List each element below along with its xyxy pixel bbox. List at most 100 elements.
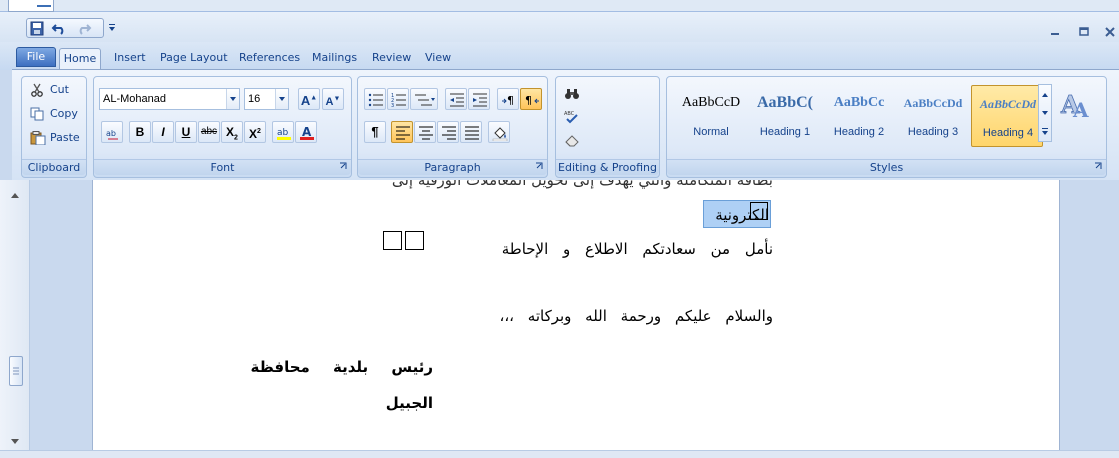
increase-indent-button[interactable] bbox=[468, 88, 490, 110]
italic-button[interactable]: I bbox=[152, 121, 174, 143]
style-normal[interactable]: AaBbCcD Normal bbox=[675, 85, 747, 147]
ltr-direction-button[interactable]: ¶ bbox=[497, 88, 519, 110]
tab-view[interactable]: View bbox=[425, 48, 451, 70]
paragraph-group-label: Paragraph bbox=[358, 159, 547, 175]
tab-insert[interactable]: Insert bbox=[114, 48, 146, 70]
style-heading-3[interactable]: AaBbCcDd Heading 3 bbox=[897, 85, 969, 147]
multilevel-list-icon bbox=[415, 94, 435, 106]
style-heading-1[interactable]: AaBbC( Heading 1 bbox=[749, 85, 821, 147]
pilcrow-icon: ¶ bbox=[371, 124, 379, 139]
font-size-field[interactable]: 16 bbox=[244, 88, 289, 110]
spelling-button[interactable]: ABC bbox=[561, 106, 583, 128]
align-center-button[interactable] bbox=[414, 121, 436, 143]
copy-icon bbox=[30, 107, 44, 121]
styles-group-label: Styles bbox=[667, 159, 1106, 175]
style-heading-2[interactable]: AaBbCc Heading 2 bbox=[823, 85, 895, 147]
rtl-direction-button[interactable]: ¶ bbox=[520, 88, 542, 110]
paragraph-dialog-launcher-icon[interactable] bbox=[535, 162, 543, 170]
tab-home[interactable]: Home bbox=[59, 48, 101, 70]
doc-line-awaiting: نأمل من سعادتكم الاطلاع و الإحاطة bbox=[501, 240, 773, 258]
align-left-button[interactable] bbox=[391, 121, 413, 143]
document-tab[interactable] bbox=[8, 0, 54, 12]
doc-signature-city: الجبيل bbox=[385, 394, 433, 412]
language-icon: ab bbox=[106, 129, 118, 140]
gallery-up-icon[interactable] bbox=[1039, 87, 1051, 103]
redo-button[interactable] bbox=[75, 21, 93, 36]
svg-text:3: 3 bbox=[391, 103, 394, 108]
grow-font-button[interactable]: A▲ bbox=[298, 88, 320, 110]
document-page[interactable]: بطاقة المتكاملة والتي يهدف إلى تحويل الم… bbox=[92, 180, 1060, 450]
scroll-down-icon[interactable] bbox=[9, 436, 21, 446]
tab-mailings[interactable]: Mailings bbox=[312, 48, 357, 70]
placeholder-boxes bbox=[383, 231, 427, 251]
align-right-button[interactable] bbox=[437, 121, 459, 143]
clear-formatting-button[interactable] bbox=[561, 129, 583, 151]
restore-icon[interactable] bbox=[1076, 26, 1092, 38]
shading-button[interactable] bbox=[488, 121, 510, 143]
save-icon bbox=[30, 21, 44, 36]
style-heading-1-label: Heading 1 bbox=[759, 126, 811, 138]
gallery-more-icon[interactable] bbox=[1039, 123, 1051, 139]
font-group-label: Font bbox=[94, 159, 351, 175]
bold-button[interactable]: B bbox=[129, 121, 151, 143]
shrink-font-button[interactable]: A▼ bbox=[322, 88, 344, 110]
highlight-button[interactable]: ab bbox=[272, 121, 294, 143]
undo-icon bbox=[51, 24, 64, 35]
subscript-button[interactable]: X2 bbox=[221, 121, 243, 143]
clipboard-group-label: Clipboard bbox=[22, 159, 86, 175]
scrollbar-thumb[interactable] bbox=[9, 356, 23, 386]
numbering-icon: 123 bbox=[391, 93, 406, 108]
tab-review[interactable]: Review bbox=[372, 48, 411, 70]
paste-button[interactable]: Paste bbox=[30, 128, 84, 148]
bullets-button[interactable] bbox=[364, 88, 386, 110]
numbering-button[interactable]: 123 bbox=[387, 88, 409, 110]
svg-text:¶: ¶ bbox=[507, 94, 514, 107]
close-icon[interactable] bbox=[1102, 26, 1118, 38]
vertical-ruler-scroll bbox=[0, 180, 30, 450]
left-to-right-icon: ¶ bbox=[502, 94, 514, 107]
font-size-dropdown-icon[interactable] bbox=[275, 89, 288, 109]
font-name-field[interactable]: AL-Mohanad bbox=[99, 88, 240, 110]
gallery-down-icon[interactable] bbox=[1039, 105, 1051, 121]
styles-group: AaBbCcD Normal AaBbC( Heading 1 AaBbCc H… bbox=[666, 76, 1107, 178]
tab-page-layout[interactable]: Page Layout bbox=[160, 48, 228, 70]
cut-button[interactable]: Cut bbox=[30, 80, 82, 100]
style-heading-4[interactable]: AaBbCcDd Heading 4 bbox=[971, 85, 1043, 147]
styles-gallery-scrollbar[interactable] bbox=[1038, 84, 1052, 142]
bullets-icon bbox=[368, 93, 383, 107]
show-formatting-button[interactable]: ¶ bbox=[364, 121, 386, 143]
find-button[interactable] bbox=[561, 83, 583, 105]
underline-icon: U bbox=[181, 125, 191, 139]
svg-text:¶: ¶ bbox=[525, 94, 532, 107]
language-button[interactable]: ab bbox=[101, 121, 123, 143]
save-button[interactable] bbox=[29, 21, 47, 36]
justify-button[interactable] bbox=[460, 121, 482, 143]
decrease-indent-button[interactable] bbox=[445, 88, 467, 110]
scroll-up-icon[interactable] bbox=[9, 190, 21, 200]
eraser-icon bbox=[565, 135, 579, 147]
quick-access-toolbar bbox=[0, 12, 1119, 42]
font-name-dropdown-icon[interactable] bbox=[226, 89, 239, 109]
highlighter-icon: ab bbox=[277, 128, 291, 140]
shrink-font-icon: A▼ bbox=[325, 95, 341, 108]
style-heading-2-preview: AaBbCc bbox=[833, 95, 885, 110]
superscript-button[interactable]: X2 bbox=[244, 121, 266, 143]
underline-button[interactable]: U bbox=[175, 121, 197, 143]
customize-toolbar-icon[interactable] bbox=[107, 23, 117, 33]
copy-button[interactable]: Copy bbox=[30, 104, 82, 124]
minimize-icon[interactable] bbox=[1047, 26, 1063, 38]
multilevel-list-button[interactable] bbox=[410, 88, 438, 110]
clipboard-group: Cut Copy Paste Clipboard bbox=[21, 76, 87, 178]
styles-dialog-launcher-icon[interactable] bbox=[1094, 162, 1102, 170]
tab-references[interactable]: References bbox=[239, 48, 300, 70]
strikethrough-button[interactable]: abc bbox=[198, 121, 220, 143]
tab-file[interactable]: File bbox=[16, 47, 56, 67]
undo-button[interactable] bbox=[51, 21, 69, 36]
strikethrough-icon: abc bbox=[200, 126, 218, 137]
style-normal-preview: AaBbCcD bbox=[681, 95, 741, 110]
title-strip bbox=[0, 0, 1119, 12]
change-styles-button[interactable]: AA bbox=[1059, 87, 1095, 127]
font-color-button[interactable]: A bbox=[295, 121, 317, 143]
spelling-check-icon: ABC bbox=[564, 111, 578, 124]
font-dialog-launcher-icon[interactable] bbox=[339, 162, 347, 170]
